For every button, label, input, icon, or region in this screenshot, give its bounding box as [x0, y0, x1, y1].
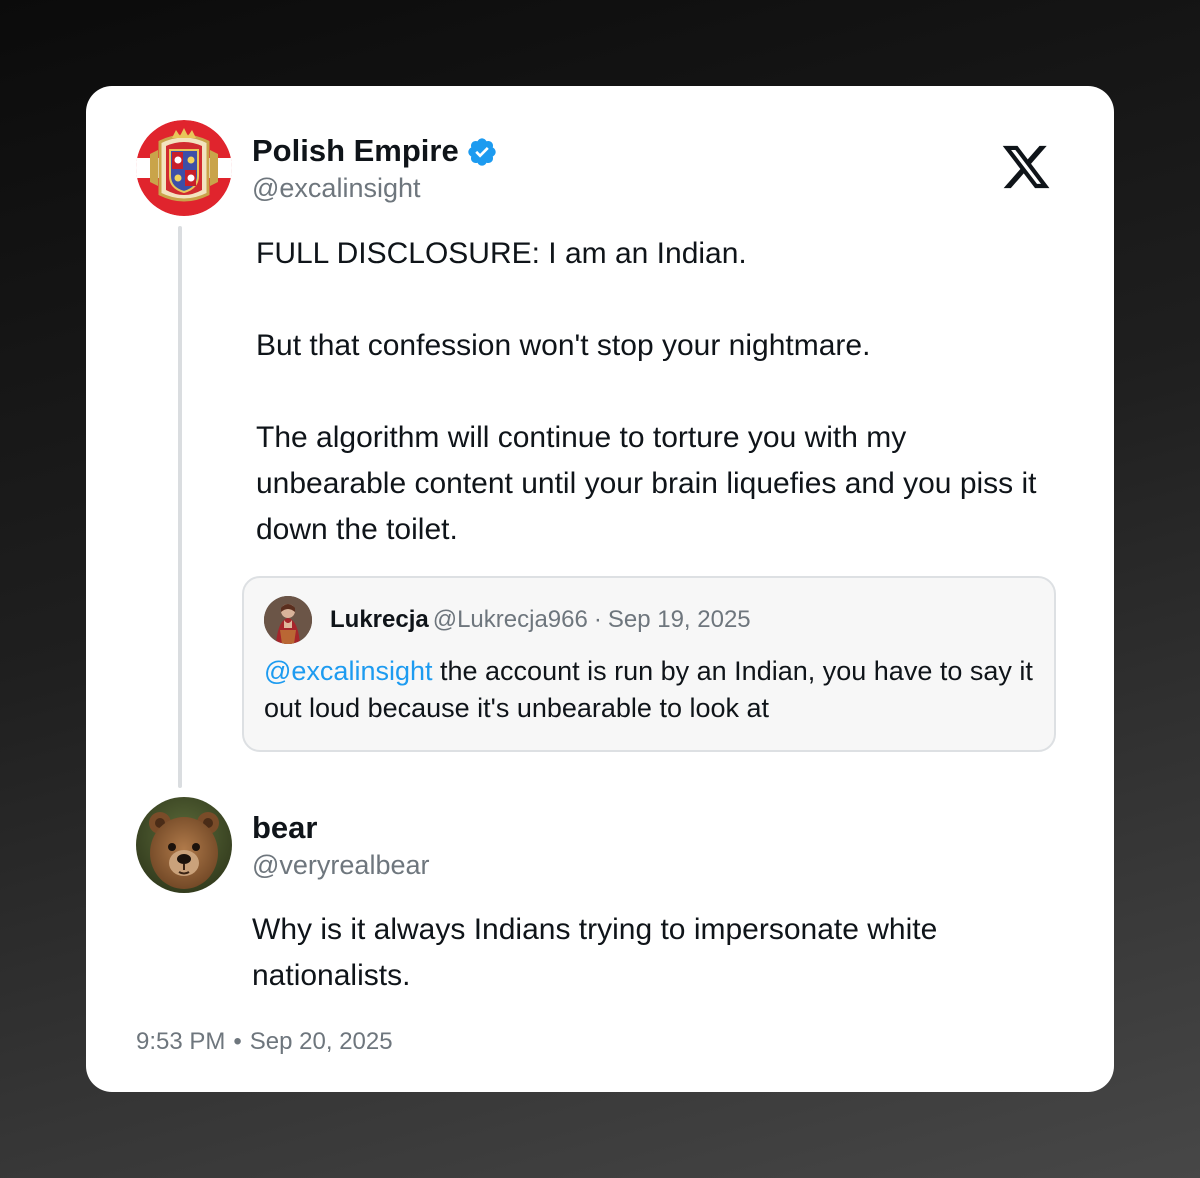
tweet-paragraph: The algorithm will continue to torture y…: [256, 421, 1037, 546]
quoted-author-avatar[interactable]: [264, 596, 312, 644]
verified-badge-icon: [468, 138, 496, 166]
portrait-avatar-icon: [264, 596, 312, 644]
reply-body: Why is it always Indians trying to imper…: [252, 913, 938, 992]
timestamp-separator: •: [233, 1028, 242, 1055]
tweet-timestamp[interactable]: 9:53 PM • Sep 20, 2025: [136, 1027, 393, 1057]
tweet-card: Polish Empire @excalinsight FULL DISCLOS…: [86, 86, 1114, 1092]
quoted-tweet-date[interactable]: Sep 19, 2025: [608, 606, 751, 633]
timestamp-date: Sep 20, 2025: [249, 1028, 393, 1055]
quoted-tweet-body: @excalinsight the account is run by an I…: [264, 653, 1044, 727]
quoted-author-handle[interactable]: @Lukrecja966: [433, 606, 588, 633]
tweet-body: FULL DISCLOSURE: I am an Indian. But tha…: [256, 231, 1056, 553]
author-name[interactable]: Polish Empire: [252, 133, 459, 169]
thread-connector-line: [178, 226, 182, 788]
tweet-paragraph: FULL DISCLOSURE: I am an Indian.: [256, 237, 747, 270]
tweet-paragraph: But that confession won't stop your nigh…: [256, 329, 871, 362]
x-logo-icon[interactable]: [999, 141, 1053, 193]
reply-author-avatar[interactable]: [136, 797, 232, 893]
quoted-tweet[interactable]: Lukrecja @Lukrecja966 · Sep 19, 2025 @excal…: [242, 576, 1056, 752]
author-avatar[interactable]: [136, 120, 232, 216]
timestamp-time: 9:53 PM: [136, 1028, 226, 1055]
reply-author-handle[interactable]: @veryrealbear: [252, 849, 429, 881]
author-handle[interactable]: @excalinsight: [252, 172, 421, 204]
reply-author-name[interactable]: bear: [252, 810, 317, 846]
bear-photo-avatar-icon: [136, 797, 232, 893]
coat-of-arms-avatar-icon: [136, 120, 232, 216]
header-separator: ·: [593, 606, 602, 633]
quoted-author-name[interactable]: Lukrecja: [330, 606, 429, 633]
quoted-tweet-header: Lukrecja @Lukrecja966 · Sep 19, 2025: [330, 605, 751, 635]
mention-link[interactable]: @excalinsight: [264, 656, 433, 686]
